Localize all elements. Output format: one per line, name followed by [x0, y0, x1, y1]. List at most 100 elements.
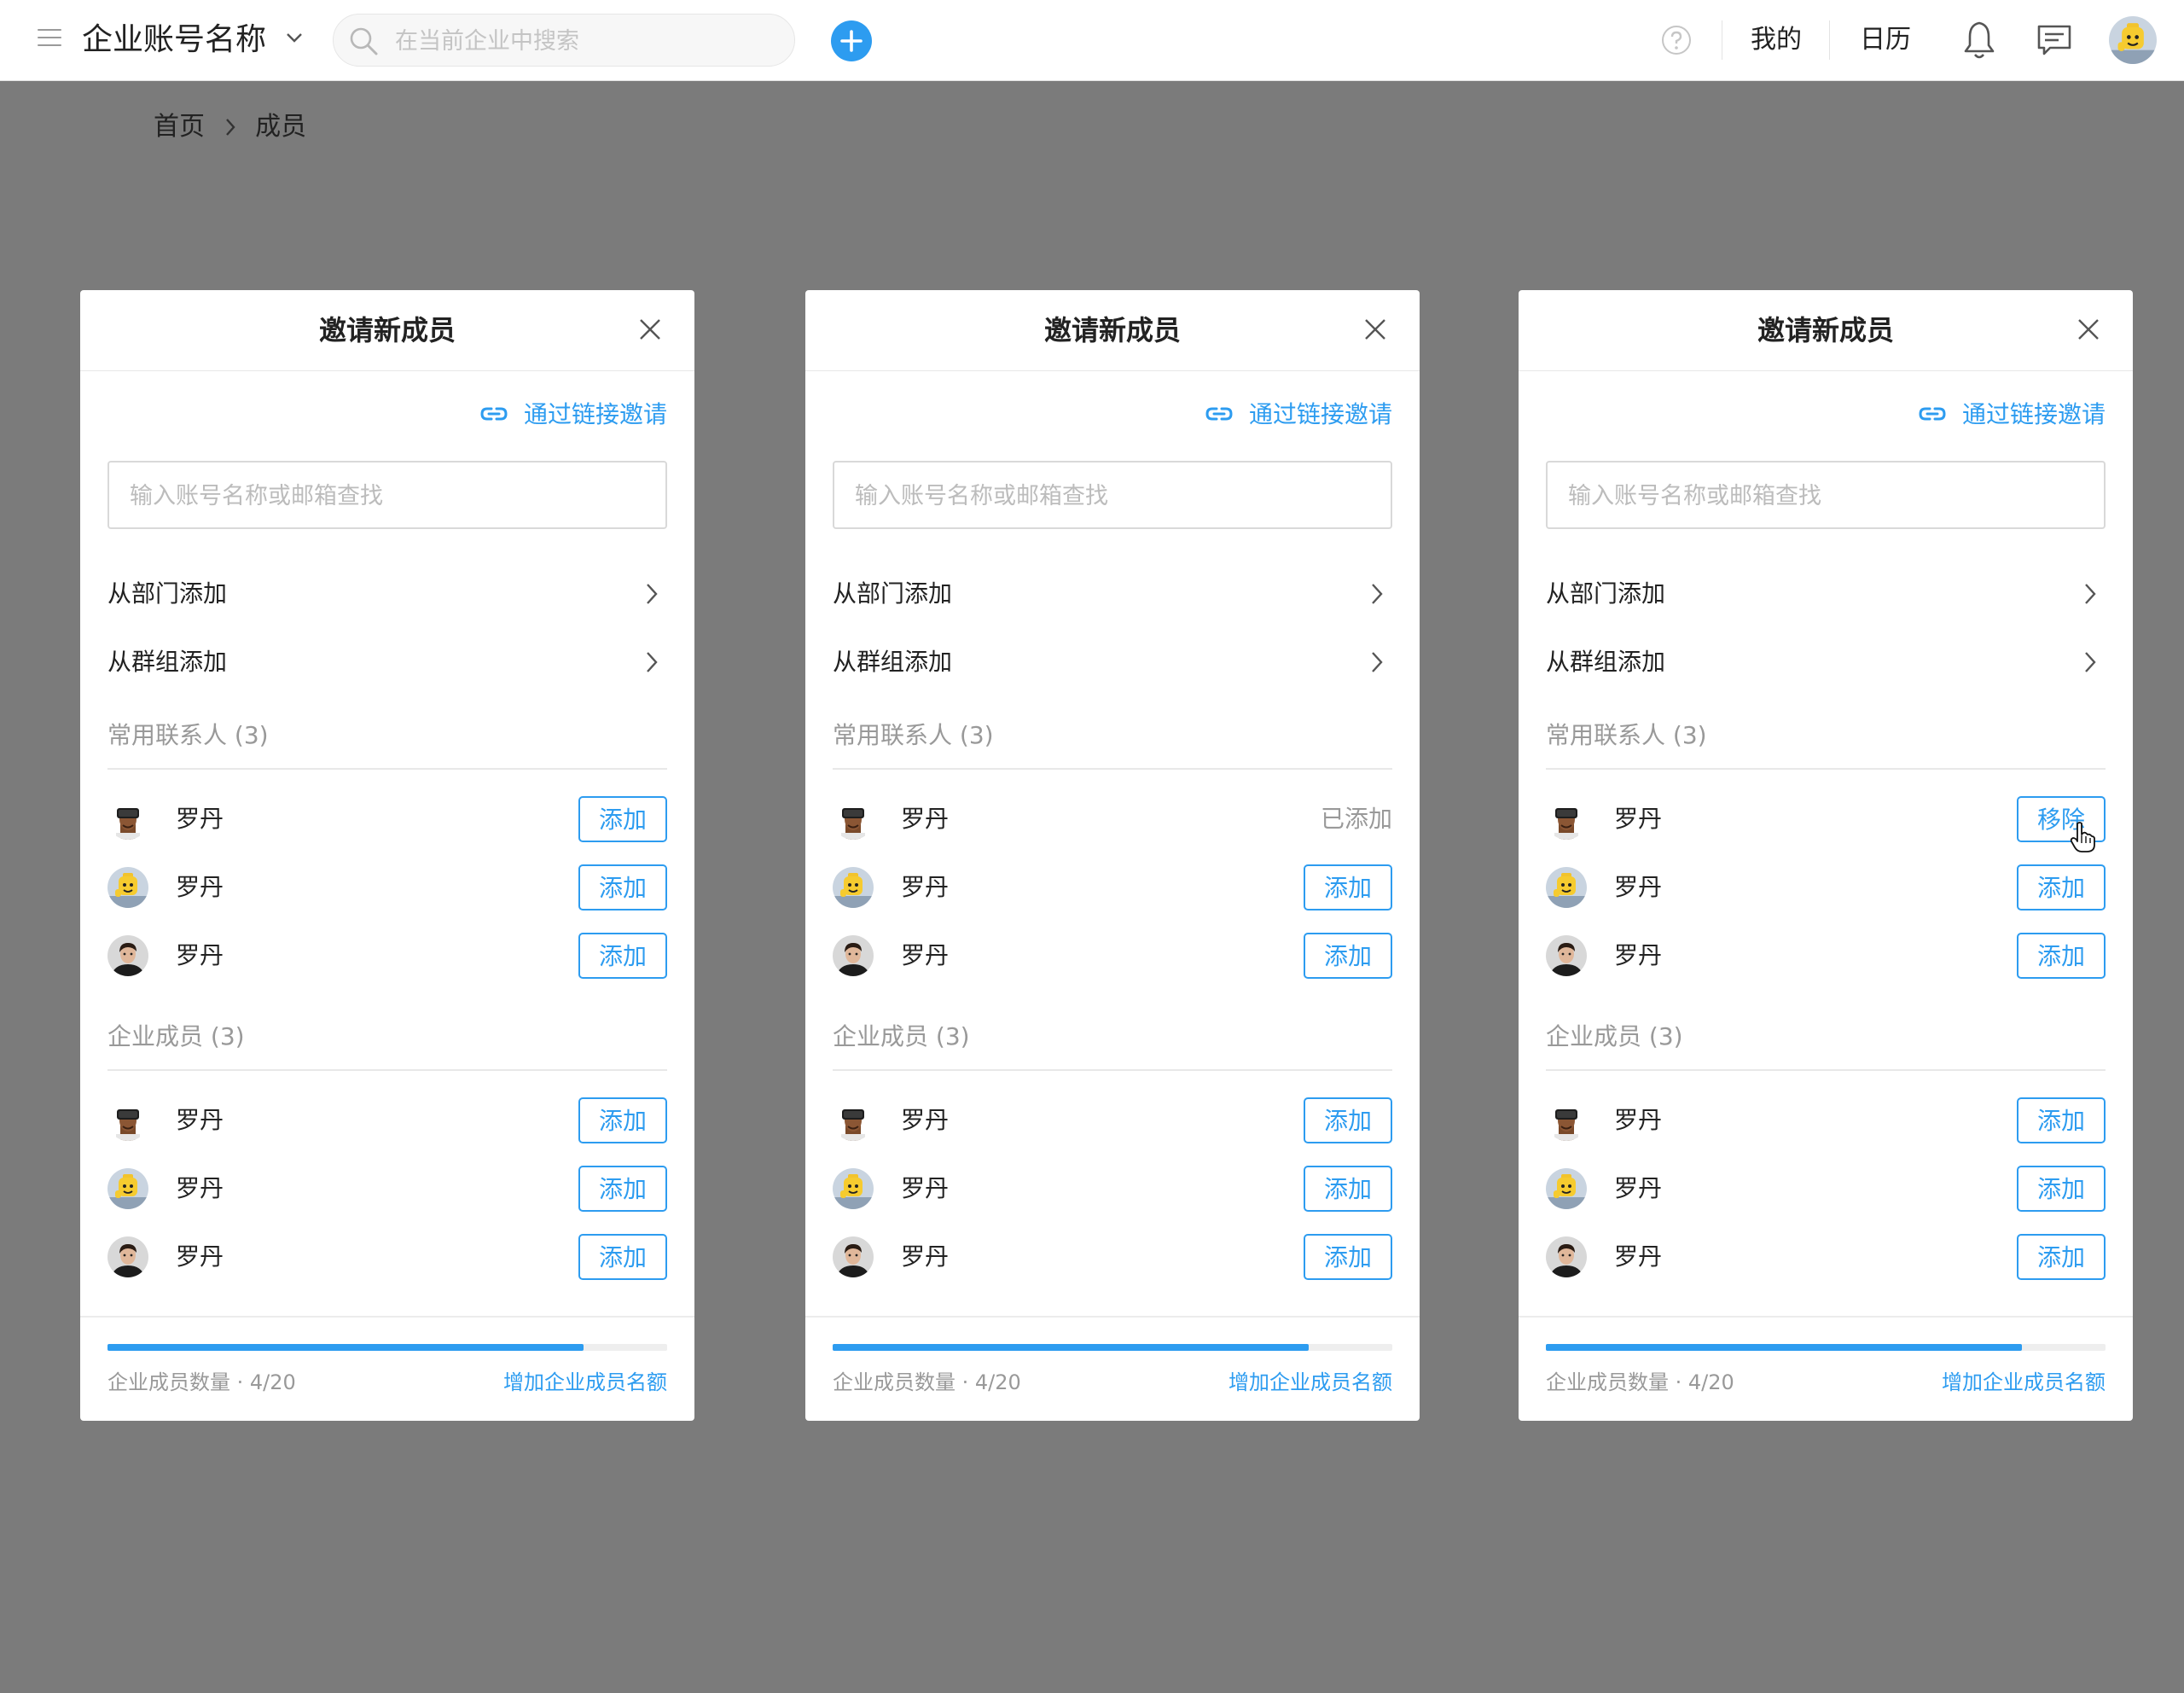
add-button[interactable]: 添加 — [578, 864, 667, 910]
divider — [107, 768, 667, 770]
add-button[interactable]: 添加 — [2017, 1234, 2106, 1280]
add-from-department-label: 从部门添加 — [1546, 579, 1666, 608]
nav-calendar[interactable]: 日历 — [1860, 21, 1911, 59]
invite-by-link-label: 通过链接邀请 — [523, 400, 667, 428]
add-button[interactable]: 添加 — [2017, 1166, 2106, 1212]
invite-dialog-3: 邀请新成员通过链接邀请从部门添加从群组添加常用联系人 (3)罗丹移除罗丹添加罗丹… — [1519, 290, 2133, 1421]
lego-avatar-icon — [833, 867, 874, 908]
user-avatar[interactable] — [2109, 16, 2157, 64]
global-search-input[interactable] — [393, 23, 772, 59]
member-name: 罗丹 — [901, 941, 950, 969]
frequent-contacts-title: 常用联系人 (3) — [107, 721, 269, 749]
invite-by-link[interactable]: 通过链接邀请 — [1205, 398, 1392, 432]
breadcrumb-home[interactable]: 首页 — [154, 108, 205, 146]
close-icon[interactable] — [1363, 317, 1387, 341]
dialog-header: 邀请新成员 — [805, 290, 1420, 371]
dialog-title: 邀请新成员 — [1043, 314, 1181, 346]
member-row: 罗丹 添加 — [1546, 1163, 2106, 1214]
add-button[interactable]: 添加 — [578, 796, 667, 842]
dialog-header: 邀请新成员 — [1519, 290, 2133, 371]
add-from-department[interactable]: 从部门添加 — [107, 568, 667, 620]
add-from-group[interactable]: 从群组添加 — [107, 637, 667, 688]
add-from-group[interactable]: 从群组添加 — [833, 637, 1392, 688]
member-name: 罗丹 — [901, 1106, 950, 1134]
frequent-contact-row: 罗丹 添加 — [1546, 930, 2106, 981]
add-button[interactable]: 添加 — [1304, 933, 1392, 979]
frequent-contacts-title: 常用联系人 (3) — [1546, 721, 1707, 749]
vr-headset-avatar-icon — [107, 799, 148, 840]
add-from-department[interactable]: 从部门添加 — [833, 568, 1392, 620]
add-button[interactable]: 添加 — [578, 933, 667, 979]
members-title: 企业成员 (3) — [107, 1022, 245, 1050]
add-button[interactable]: 添加 — [1304, 1234, 1392, 1280]
add-button[interactable]: 添加 — [1304, 1166, 1392, 1212]
close-icon[interactable] — [2077, 317, 2100, 341]
link-icon — [480, 407, 508, 421]
invite-by-link[interactable]: 通过链接邀请 — [1918, 398, 2106, 432]
invite-by-link-label: 通过链接邀请 — [1248, 400, 1392, 428]
add-button[interactable]: 添加 — [578, 1234, 667, 1280]
add-from-department[interactable]: 从部门添加 — [1546, 568, 2106, 620]
divider — [833, 1069, 1392, 1071]
top-bar: 企业账号名称 我的 日历 — [0, 0, 2184, 81]
member-name: 罗丹 — [1614, 1174, 1663, 1202]
quota-progress-fill — [833, 1344, 1309, 1351]
increase-quota-link[interactable]: 增加企业成员名额 — [1942, 1367, 2106, 1398]
hamburger-menu-icon[interactable] — [38, 29, 61, 49]
close-icon[interactable] — [638, 317, 662, 341]
help-icon[interactable] — [1661, 25, 1692, 55]
breadcrumb-current: 成员 — [255, 111, 307, 142]
add-button[interactable]: 添加 — [2017, 933, 2106, 979]
quota-progress-bar — [107, 1344, 667, 1351]
add-button[interactable]: 添加 — [2017, 864, 2106, 910]
increase-quota-link[interactable]: 增加企业成员名额 — [1228, 1367, 1392, 1398]
chevron-right-icon — [1372, 652, 1383, 672]
member-name: 罗丹 — [176, 1174, 224, 1202]
member-search-input[interactable] — [128, 478, 643, 514]
member-name: 罗丹 — [1614, 941, 1663, 969]
member-name: 罗丹 — [1614, 1242, 1663, 1271]
member-row: 罗丹 添加 — [107, 1095, 667, 1146]
add-button[interactable]: 添加 — [1304, 864, 1392, 910]
member-name: 罗丹 — [176, 1242, 224, 1271]
member-row: 罗丹 添加 — [107, 1163, 667, 1214]
create-button[interactable] — [831, 20, 872, 61]
man-portrait-avatar-icon — [833, 1236, 874, 1277]
nav-mine[interactable]: 我的 — [1751, 21, 1802, 59]
member-search-input[interactable] — [1566, 478, 2082, 514]
invite-by-link[interactable]: 通过链接邀请 — [479, 398, 667, 432]
vr-headset-avatar-icon — [1546, 799, 1587, 840]
chevron-down-icon — [287, 33, 303, 43]
member-name: 罗丹 — [1614, 1106, 1663, 1134]
add-from-group[interactable]: 从群组添加 — [1546, 637, 2106, 688]
add-button[interactable]: 添加 — [2017, 1097, 2106, 1143]
link-icon — [1919, 407, 1946, 421]
message-icon[interactable] — [2036, 24, 2072, 56]
add-button[interactable]: 添加 — [578, 1166, 667, 1212]
add-from-department-label: 从部门添加 — [107, 579, 228, 608]
global-search — [333, 14, 795, 67]
add-button[interactable]: 添加 — [578, 1097, 667, 1143]
quota-progress-bar — [833, 1344, 1392, 1351]
invite-dialog-2: 邀请新成员通过链接邀请从部门添加从群组添加常用联系人 (3)罗丹已添加罗丹添加罗… — [805, 290, 1420, 1421]
lego-avatar-icon — [1546, 867, 1587, 908]
man-portrait-avatar-icon — [1546, 935, 1587, 976]
chevron-right-icon — [1372, 584, 1383, 604]
member-search — [107, 461, 667, 529]
breadcrumb: 首页 成员 — [154, 108, 306, 146]
member-name: 罗丹 — [901, 1242, 950, 1271]
divider — [1519, 1316, 2133, 1318]
member-search-input[interactable] — [853, 478, 1368, 514]
increase-quota-link[interactable]: 增加企业成员名额 — [503, 1367, 667, 1398]
chevron-right-icon — [647, 652, 658, 672]
vr-headset-avatar-icon — [107, 1100, 148, 1141]
dialog-header: 邀请新成员 — [80, 290, 694, 371]
man-portrait-avatar-icon — [833, 935, 874, 976]
company-switcher[interactable]: 企业账号名称 — [82, 19, 303, 61]
member-row: 罗丹 添加 — [1546, 1231, 2106, 1283]
add-button[interactable]: 添加 — [1304, 1097, 1392, 1143]
quota-progress-fill — [1546, 1344, 2022, 1351]
remove-button[interactable]: 移除 — [2017, 796, 2106, 842]
bell-icon[interactable] — [1962, 20, 1996, 61]
lego-avatar-icon — [107, 1168, 148, 1209]
